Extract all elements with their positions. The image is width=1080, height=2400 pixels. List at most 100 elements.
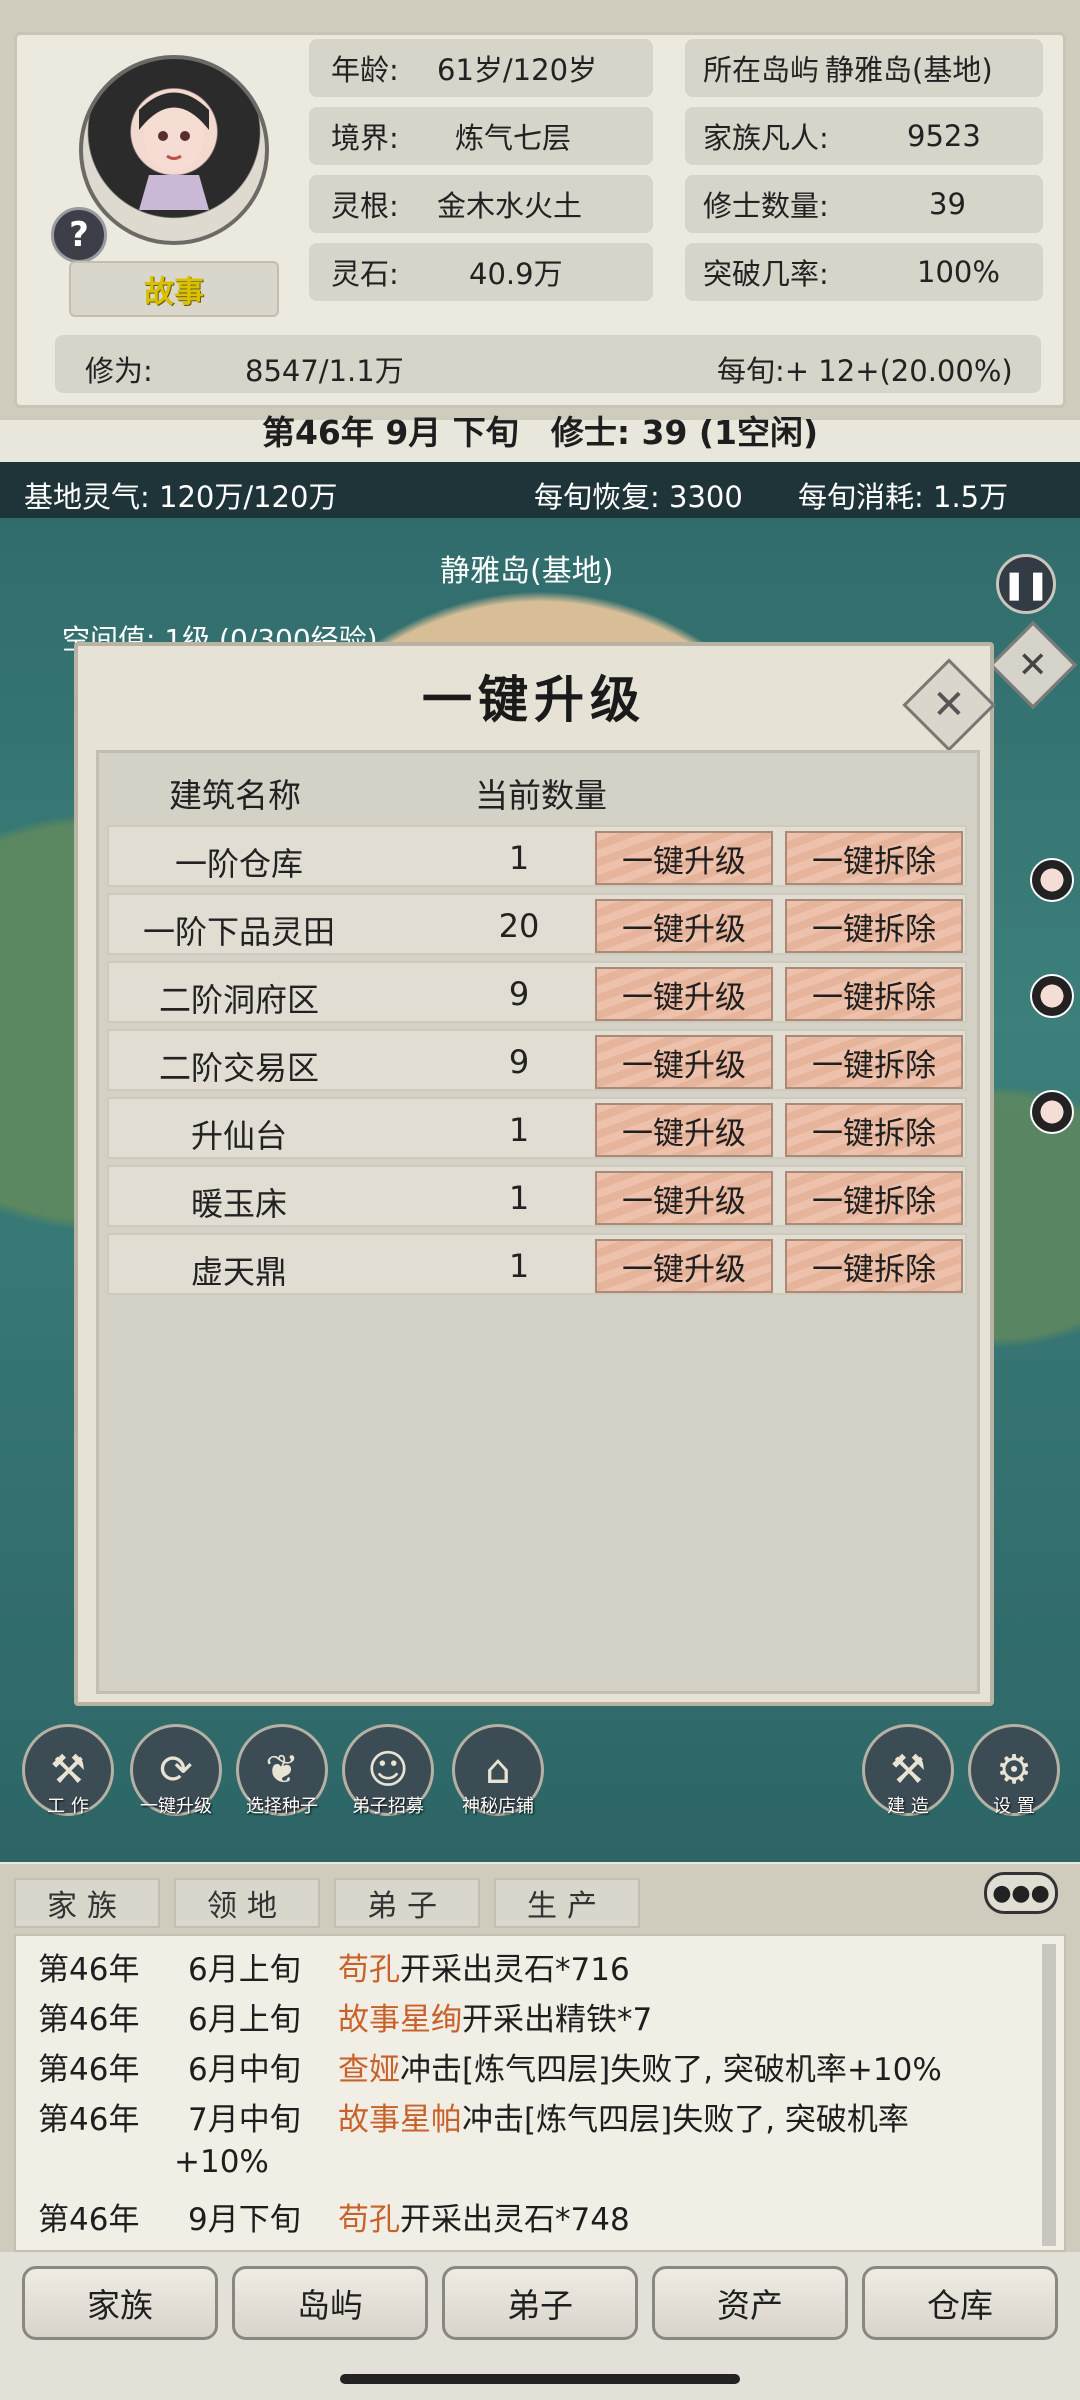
- top-frame: ? 故事 年龄: 61岁/120岁 所在岛屿 静雅岛(基地) 境界: 炼气七层 …: [0, 0, 1080, 452]
- upgrade-button[interactable]: 一键升级: [595, 967, 773, 1021]
- demolish-button[interactable]: 一键拆除: [785, 831, 963, 885]
- building-name: 一阶下品灵田: [142, 913, 335, 951]
- cultivation-bar: 修为: 8547/1.1万 每旬:+ 12+(20.00%): [55, 335, 1041, 393]
- realm-value: 炼气七层: [455, 121, 572, 155]
- log-tab-family[interactable]: 家族: [14, 1878, 160, 1928]
- table-row: 一阶仓库 1 一键升级 一键拆除: [107, 825, 967, 887]
- log-actor: 故事星帕: [338, 2102, 462, 2138]
- col-header-count: 当前数量: [475, 776, 607, 815]
- date-line: 第46年 9月 下旬 修士: 39 (1空闲): [0, 404, 1080, 456]
- log-tab-territory[interactable]: 领地: [174, 1878, 320, 1928]
- side-avatar[interactable]: [1030, 974, 1074, 1018]
- nav-assets[interactable]: 资产: [652, 2266, 848, 2340]
- log-year: 第46年: [38, 2102, 140, 2138]
- demolish-button[interactable]: 一键拆除: [785, 1171, 963, 1225]
- building-count: 20: [498, 907, 540, 945]
- building-count: 1: [508, 1247, 530, 1285]
- dialog-title: 一键升级: [422, 670, 646, 729]
- upgrade-button[interactable]: 一键升级: [595, 1239, 773, 1293]
- log-scrollbar[interactable]: [1042, 1944, 1056, 2246]
- upgrade-button[interactable]: 一键升级: [595, 831, 773, 885]
- root-stat: 灵根: 金木水火土: [309, 175, 653, 233]
- log-actor: 苟孔: [338, 1952, 400, 1988]
- side-avatar[interactable]: [1030, 858, 1074, 902]
- cultivator-count: 修士: 39 (1空闲): [550, 413, 819, 452]
- log-month: 6月上旬: [188, 1952, 301, 1988]
- demolish-button[interactable]: 一键拆除: [785, 1239, 963, 1293]
- avatar-wrap[interactable]: [79, 55, 269, 245]
- side-avatar[interactable]: [1030, 1090, 1074, 1134]
- bottom-nav: 家族 岛屿 弟子 资产 仓库: [0, 2252, 1080, 2400]
- gear-icon: ⚙: [996, 1747, 1032, 1793]
- cultivators-value: 39: [929, 187, 966, 221]
- family-stat: 家族凡人: 9523: [685, 107, 1043, 165]
- nav-warehouse[interactable]: 仓库: [862, 2266, 1058, 2340]
- close-icon: ✕: [932, 681, 966, 728]
- story-button[interactable]: 故事: [69, 261, 279, 317]
- log-year: 第46年: [38, 1952, 140, 1988]
- log-year: 第46年: [38, 2202, 140, 2238]
- age-label: 年龄:: [331, 53, 399, 87]
- nav-disciples[interactable]: 弟子: [442, 2266, 638, 2340]
- stones-stat: 灵石: 40.9万: [309, 243, 653, 301]
- table-row: 二阶交易区 9 一键升级 一键拆除: [107, 1029, 967, 1091]
- spirit-qi: 基地灵气: 120万/120万: [24, 480, 338, 514]
- home-indicator[interactable]: [340, 2374, 740, 2384]
- person-icon: ☺: [367, 1747, 409, 1793]
- building-count: 1: [508, 1111, 530, 1149]
- log-month: 6月上旬: [188, 2002, 301, 2038]
- mystery-shop-label: 神秘店铺: [462, 1796, 534, 1817]
- log-year: 第46年: [38, 2052, 140, 2088]
- building-table: 建筑名称 当前数量 一阶仓库 1 一键升级 一键拆除 一阶下品灵田 20 一键升…: [96, 750, 980, 1694]
- help-button[interactable]: ?: [51, 207, 107, 263]
- island-stat: 所在岛屿 静雅岛(基地): [685, 39, 1043, 97]
- log-actor: 查娅: [338, 2052, 400, 2088]
- building-name: 一阶仓库: [174, 845, 303, 883]
- log-event: 苟孔开采出灵石*748: [338, 2194, 630, 2239]
- table-row: 暖玉床 1 一键升级 一键拆除: [107, 1165, 967, 1227]
- island-name: 静雅岛(基地): [440, 554, 614, 589]
- cultivation-value: 8547/1.1万: [245, 354, 404, 388]
- log-tab-production[interactable]: 生产: [494, 1878, 640, 1928]
- realm-stat: 境界: 炼气七层: [309, 107, 653, 165]
- hammer-icon: ⚒: [890, 1747, 926, 1793]
- shop-icon: ⌂: [485, 1747, 511, 1793]
- event-log[interactable]: 第46年 6月上旬 苟孔开采出灵石*716 第46年 6月上旬 故事星绚开采出精…: [14, 1934, 1066, 2252]
- demolish-button[interactable]: 一键拆除: [785, 1103, 963, 1157]
- breakthrough-stat: 突破几率: 100%: [685, 243, 1043, 301]
- per-period-gain: 每旬:+ 12+(20.00%): [717, 354, 1013, 388]
- log-month: 6月中旬: [188, 2052, 301, 2088]
- log-text: 冲击[炼气四层]失败了, 突破机率: [462, 2102, 909, 2138]
- log-event: 故事星绚开采出精铁*7: [338, 1994, 652, 2039]
- demolish-button[interactable]: 一键拆除: [785, 967, 963, 1021]
- breakthrough-label: 突破几率:: [703, 257, 829, 291]
- select-seed-label: 选择种子: [246, 1796, 318, 1817]
- cultivators-stat: 修士数量: 39: [685, 175, 1043, 233]
- log-event: 苟孔开采出灵石*716: [338, 1944, 630, 1989]
- upgrade-button[interactable]: 一键升级: [595, 1103, 773, 1157]
- log-text: 冲击[炼气四层]失败了, 突破机率+10%: [400, 2052, 942, 2088]
- demolish-button[interactable]: 一键拆除: [785, 899, 963, 953]
- log-entry-continued: +10%: [174, 2144, 269, 2180]
- log-month: 7月中旬: [188, 2102, 301, 2138]
- log-text: 开采出精铁*7: [462, 2002, 653, 2038]
- building-count: 1: [508, 1179, 530, 1217]
- building-name: 二阶洞府区: [158, 981, 319, 1019]
- build-label: 建 造: [887, 1796, 929, 1817]
- cultivation-label: 修为:: [85, 354, 153, 388]
- log-tab-disciples[interactable]: 弟子: [334, 1878, 480, 1928]
- demolish-button[interactable]: 一键拆除: [785, 1035, 963, 1089]
- avatar[interactable]: [79, 55, 269, 245]
- settings-label: 设 置: [993, 1796, 1035, 1817]
- upgrade-button[interactable]: 一键升级: [595, 899, 773, 953]
- broom-icon: ⚒: [50, 1747, 86, 1793]
- upgrade-button[interactable]: 一键升级: [595, 1035, 773, 1089]
- building-name: 二阶交易区: [158, 1049, 319, 1087]
- nav-islands[interactable]: 岛屿: [232, 2266, 428, 2340]
- pause-button[interactable]: ❚❚: [996, 554, 1056, 614]
- building-name: 虚天鼎: [190, 1253, 287, 1291]
- nav-family[interactable]: 家族: [22, 2266, 218, 2340]
- more-menu-icon[interactable]: ●●●: [984, 1872, 1058, 1914]
- family-label: 家族凡人:: [703, 121, 829, 155]
- upgrade-button[interactable]: 一键升级: [595, 1171, 773, 1225]
